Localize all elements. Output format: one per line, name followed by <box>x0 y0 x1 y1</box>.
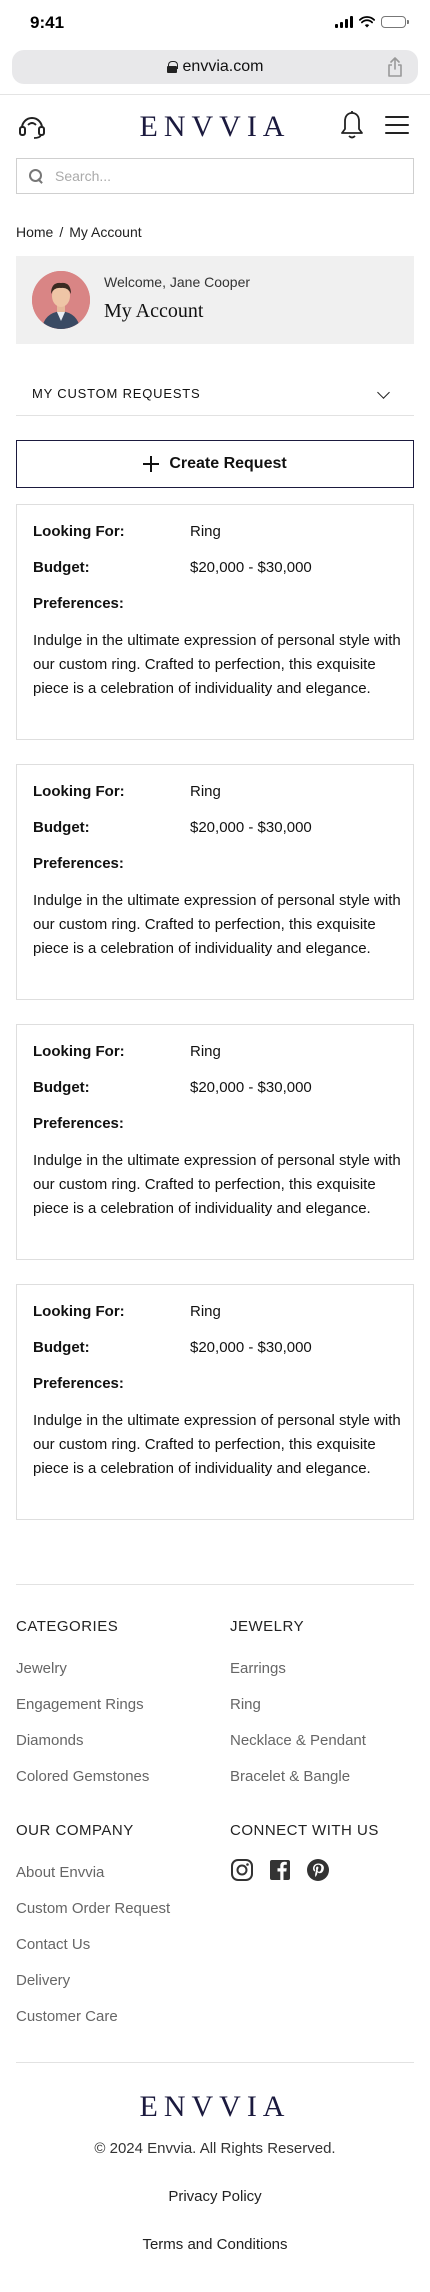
search-box[interactable] <box>16 158 414 194</box>
looking-for-label: Looking For: <box>33 783 125 800</box>
header-divider <box>0 94 430 95</box>
footer-heading-company: OUR COMPANY <box>16 1822 134 1839</box>
copyright-text: © 2024 Envvia. All Rights Reserved. <box>94 2140 336 2157</box>
account-banner: Welcome, Jane Cooper My Account <box>16 256 414 344</box>
footer-link[interactable]: Colored Gemstones <box>16 1768 149 1785</box>
lock-icon <box>166 61 178 73</box>
status-bar: 9:41 <box>0 0 430 46</box>
create-request-button[interactable]: Create Request <box>16 440 414 488</box>
wifi-icon <box>359 16 375 28</box>
avatar <box>32 271 90 329</box>
breadcrumb-current[interactable]: My Account <box>69 224 141 240</box>
instagram-icon[interactable] <box>230 1858 254 1882</box>
request-card: Looking For: Ring Budget: $20,000 - $30,… <box>16 1284 414 1520</box>
privacy-policy-link[interactable]: Privacy Policy <box>0 2188 430 2205</box>
footer-link[interactable]: Custom Order Request <box>16 1900 170 1917</box>
search-input[interactable] <box>55 168 375 184</box>
budget-value: $20,000 - $30,000 <box>190 1339 312 1356</box>
footer-link[interactable]: Delivery <box>16 1972 70 1989</box>
footer-link[interactable]: Jewelry <box>16 1660 67 1677</box>
footer-link[interactable]: About Envvia <box>16 1864 104 1881</box>
status-time: 9:41 <box>30 13 65 32</box>
share-icon[interactable] <box>386 57 404 77</box>
site-header: ENVVIA <box>0 100 430 156</box>
footer-link[interactable]: Earrings <box>230 1660 286 1677</box>
battery-icon <box>381 16 409 28</box>
breadcrumb: Home / My Account <box>16 224 142 240</box>
footer-link[interactable]: Contact Us <box>16 1936 90 1953</box>
looking-for-label: Looking For: <box>33 1043 125 1060</box>
budget-value: $20,000 - $30,000 <box>190 1079 312 1096</box>
preferences-text: Indulge in the ultimate expression of pe… <box>33 1412 401 1477</box>
looking-for-value: Ring <box>190 1043 221 1060</box>
breadcrumb-home[interactable]: Home <box>16 224 53 240</box>
footer-logo[interactable]: ENVVIA <box>0 2090 430 2124</box>
bell-icon[interactable] <box>340 110 364 140</box>
footer-link[interactable]: Necklace & Pendant <box>230 1732 366 1749</box>
footer-divider <box>16 2062 414 2063</box>
budget-value: $20,000 - $30,000 <box>190 559 312 576</box>
budget-label: Budget: <box>33 1339 90 1356</box>
footer-divider <box>16 1584 414 1585</box>
budget-value: $20,000 - $30,000 <box>190 819 312 836</box>
preferences-label: Preferences: <box>33 1375 124 1392</box>
preferences-label: Preferences: <box>33 855 124 872</box>
terms-link[interactable]: Terms and Conditions <box>0 2236 430 2253</box>
account-title: My Account <box>104 300 204 322</box>
preferences-text: Indulge in the ultimate expression of pe… <box>33 632 401 697</box>
site-logo[interactable]: ENVVIA <box>0 110 430 144</box>
pinterest-icon[interactable] <box>306 1858 330 1882</box>
looking-for-label: Looking For: <box>33 1303 125 1320</box>
signal-icon <box>335 16 353 28</box>
preferences-label: Preferences: <box>33 595 124 612</box>
footer-heading-jewelry: JEWELRY <box>230 1618 305 1635</box>
welcome-text: Welcome, Jane Cooper <box>104 274 251 290</box>
custom-requests-header[interactable]: MY CUSTOM REQUESTS <box>16 376 414 416</box>
request-card: Looking For: Ring Budget: $20,000 - $30,… <box>16 1024 414 1260</box>
footer-link[interactable]: Bracelet & Bangle <box>230 1768 350 1785</box>
social-links <box>230 1858 330 1882</box>
url-text: envvia.com <box>182 58 264 75</box>
budget-label: Budget: <box>33 1079 90 1096</box>
preferences-text: Indulge in the ultimate expression of pe… <box>33 1152 401 1217</box>
menu-icon[interactable] <box>385 116 409 134</box>
footer-heading-connect: CONNECT WITH US <box>230 1822 379 1839</box>
facebook-icon[interactable] <box>268 1858 292 1882</box>
budget-label: Budget: <box>33 819 90 836</box>
create-request-label: Create Request <box>169 455 287 472</box>
looking-for-value: Ring <box>190 783 221 800</box>
breadcrumb-separator: / <box>59 224 64 240</box>
looking-for-value: Ring <box>190 523 221 540</box>
url-bar[interactable]: envvia.com <box>12 50 418 84</box>
footer-link[interactable]: Ring <box>230 1696 261 1713</box>
section-title: MY CUSTOM REQUESTS <box>32 386 201 401</box>
looking-for-label: Looking For: <box>33 523 125 540</box>
footer-link[interactable]: Engagement Rings <box>16 1696 144 1713</box>
footer-link[interactable]: Diamonds <box>16 1732 84 1749</box>
request-card: Looking For: Ring Budget: $20,000 - $30,… <box>16 764 414 1000</box>
preferences-label: Preferences: <box>33 1115 124 1132</box>
status-icons <box>335 16 409 28</box>
budget-label: Budget: <box>33 559 90 576</box>
plus-icon <box>143 456 160 472</box>
search-icon <box>29 169 43 183</box>
request-card: Looking For: Ring Budget: $20,000 - $30,… <box>16 504 414 740</box>
footer-link[interactable]: Customer Care <box>16 2008 118 2025</box>
footer-heading-categories: CATEGORIES <box>16 1618 119 1635</box>
looking-for-value: Ring <box>190 1303 221 1320</box>
preferences-text: Indulge in the ultimate expression of pe… <box>33 892 401 957</box>
chevron-down-icon[interactable] <box>377 386 390 399</box>
